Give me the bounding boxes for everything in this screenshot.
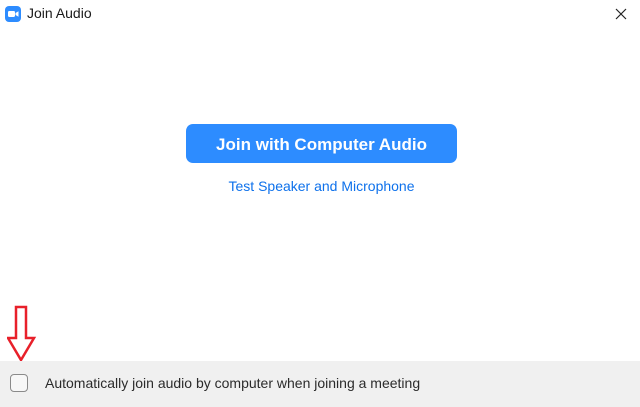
close-icon bbox=[615, 8, 627, 20]
zoom-camera-icon bbox=[5, 6, 21, 22]
test-speaker-microphone-link[interactable]: Test Speaker and Microphone bbox=[186, 178, 457, 194]
close-button[interactable] bbox=[606, 2, 636, 26]
footer-bar: Automatically join audio by computer whe… bbox=[0, 361, 640, 407]
auto-join-checkbox[interactable] bbox=[10, 374, 28, 392]
join-computer-audio-button[interactable]: Join with Computer Audio bbox=[186, 124, 457, 163]
down-arrow-icon bbox=[7, 305, 37, 363]
window-title: Join Audio bbox=[27, 5, 92, 21]
join-audio-dialog: Join Audio Join with Computer Audio Test… bbox=[0, 0, 640, 407]
title-bar: Join Audio bbox=[0, 0, 640, 28]
auto-join-label[interactable]: Automatically join audio by computer whe… bbox=[45, 375, 420, 391]
